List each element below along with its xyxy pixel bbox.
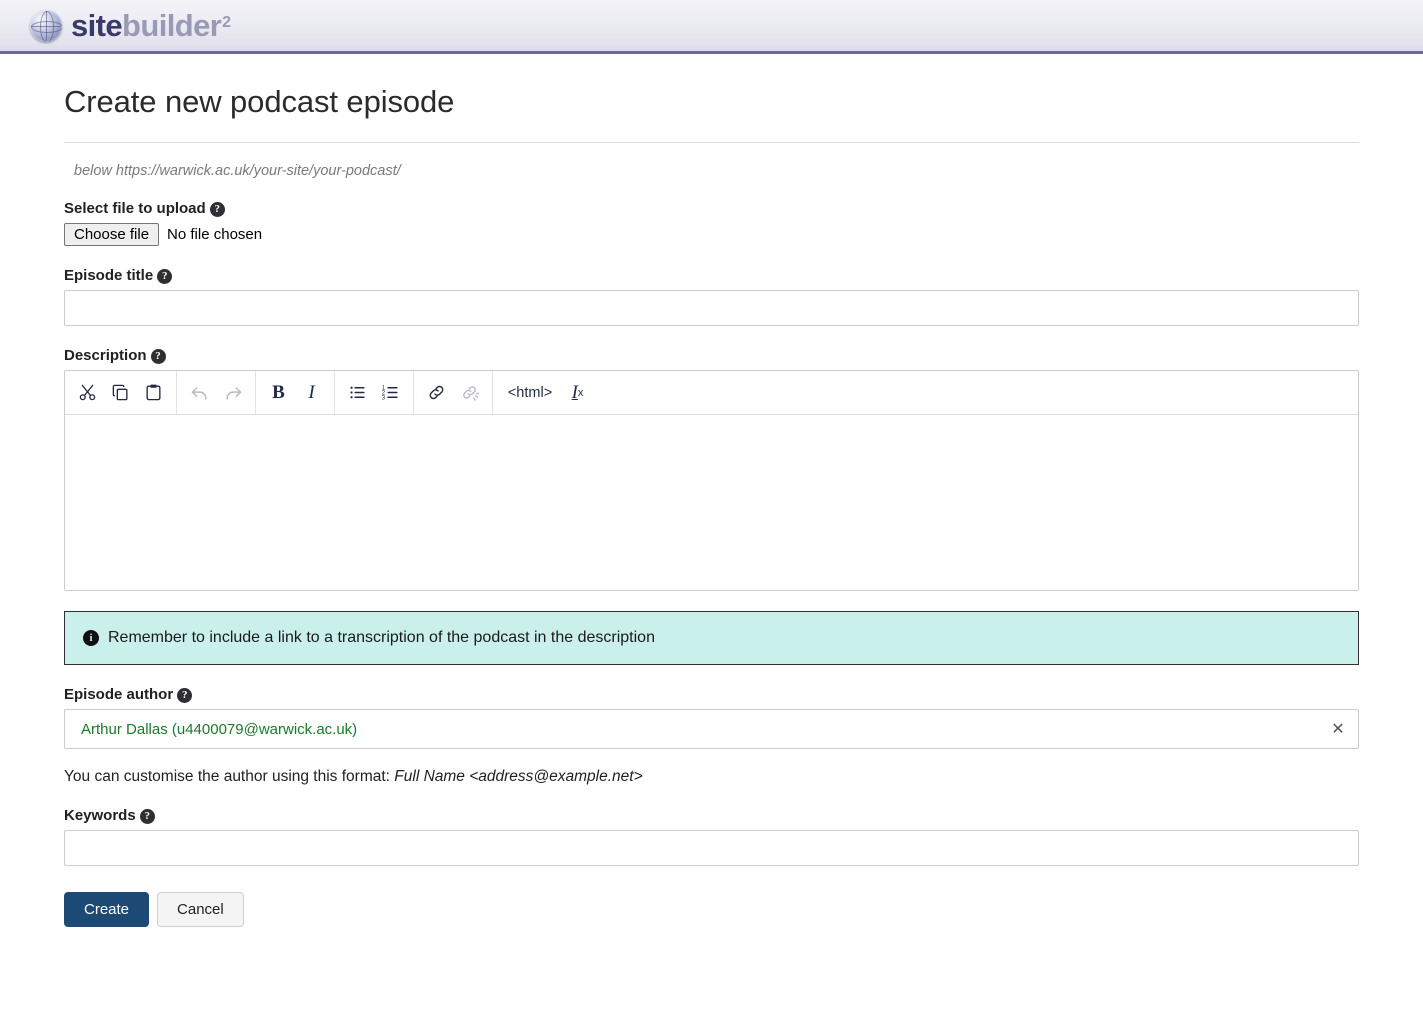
cancel-button[interactable]: Cancel [157, 892, 244, 927]
episode-author-hint-format: Full Name <address@example.net> [394, 768, 642, 785]
description-textarea[interactable] [65, 415, 1358, 590]
html-source-icon[interactable]: <html> [499, 372, 561, 414]
help-circle-icon[interactable]: ? [210, 202, 225, 217]
link-icon[interactable] [420, 372, 453, 414]
cut-icon[interactable] [71, 372, 104, 414]
description-editor: B I 1 2 3 [64, 370, 1359, 591]
podcast-path: below https://warwick.ac.uk/your-site/yo… [74, 163, 1359, 179]
episode-title-label: Episode title? [64, 267, 1359, 284]
bold-icon[interactable]: B [262, 372, 295, 414]
help-circle-icon[interactable]: ? [140, 809, 155, 824]
undo-icon[interactable] [183, 372, 216, 414]
page-title: Create new podcast episode [64, 84, 1359, 143]
episode-author-hint: You can customise the author using this … [64, 768, 1359, 786]
remove-format-icon[interactable]: Ix [561, 372, 594, 414]
form-actions: Create Cancel [64, 892, 1359, 961]
choose-file-button[interactable]: Choose file [64, 223, 159, 246]
toolbar-group-history [177, 371, 256, 414]
app-header: sitebuilder2 [0, 0, 1423, 54]
brand-wordmark: sitebuilder2 [71, 10, 230, 41]
editor-toolbar: B I 1 2 3 [65, 371, 1358, 415]
transcription-notice-text: Remember to include a link to a transcri… [108, 629, 655, 647]
description-label-text: Description [64, 347, 147, 364]
globe-icon [30, 10, 62, 42]
episode-author-label: Episode author? [64, 686, 1359, 703]
unlink-icon[interactable] [453, 372, 486, 414]
upload-label: Select file to upload? [64, 200, 1359, 217]
upload-label-text: Select file to upload [64, 200, 206, 217]
episode-author-hint-prefix: You can customise the author using this … [64, 768, 394, 785]
brand-superscript: 2 [222, 15, 230, 31]
brand-builder: builder [122, 10, 221, 41]
keywords-input[interactable] [64, 830, 1359, 866]
page-content: Create new podcast episode below https:/… [0, 84, 1423, 961]
episode-title-input[interactable] [64, 290, 1359, 326]
file-input-row[interactable]: Choose file No file chosen [64, 223, 1359, 246]
episode-author-label-text: Episode author [64, 686, 173, 703]
episode-author-value: Arthur Dallas (u4400079@warwick.ac.uk) [65, 721, 1318, 738]
transcription-notice: i Remember to include a link to a transc… [64, 611, 1359, 665]
bulleted-list-icon[interactable] [341, 372, 374, 414]
episode-title-label-text: Episode title [64, 267, 153, 284]
help-circle-icon[interactable]: ? [157, 269, 172, 284]
keywords-label: Keywords? [64, 807, 1359, 824]
episode-author-field[interactable]: Arthur Dallas (u4400079@warwick.ac.uk) ✕ [64, 709, 1359, 749]
toolbar-group-format: B I [256, 371, 335, 414]
create-button[interactable]: Create [64, 892, 149, 927]
numbered-list-icon[interactable]: 1 2 3 [374, 372, 407, 414]
help-circle-icon[interactable]: ? [151, 349, 166, 364]
svg-text:3: 3 [382, 395, 386, 401]
file-status-text: No file chosen [167, 226, 262, 243]
toolbar-group-link [414, 371, 493, 414]
help-circle-icon[interactable]: ? [177, 688, 192, 703]
keywords-label-text: Keywords [64, 807, 136, 824]
copy-icon[interactable] [104, 372, 137, 414]
toolbar-group-clipboard [65, 371, 177, 414]
brand-site: site [71, 10, 122, 41]
toolbar-group-lists: 1 2 3 [335, 371, 414, 414]
toolbar-group-source: <html> Ix [493, 371, 600, 414]
italic-icon[interactable]: I [295, 372, 328, 414]
close-icon[interactable]: ✕ [1318, 719, 1358, 739]
info-circle-icon: i [83, 630, 99, 646]
paste-icon[interactable] [137, 372, 170, 414]
app-logo[interactable]: sitebuilder2 [30, 10, 230, 42]
description-label: Description? [64, 347, 1359, 364]
redo-icon[interactable] [216, 372, 249, 414]
